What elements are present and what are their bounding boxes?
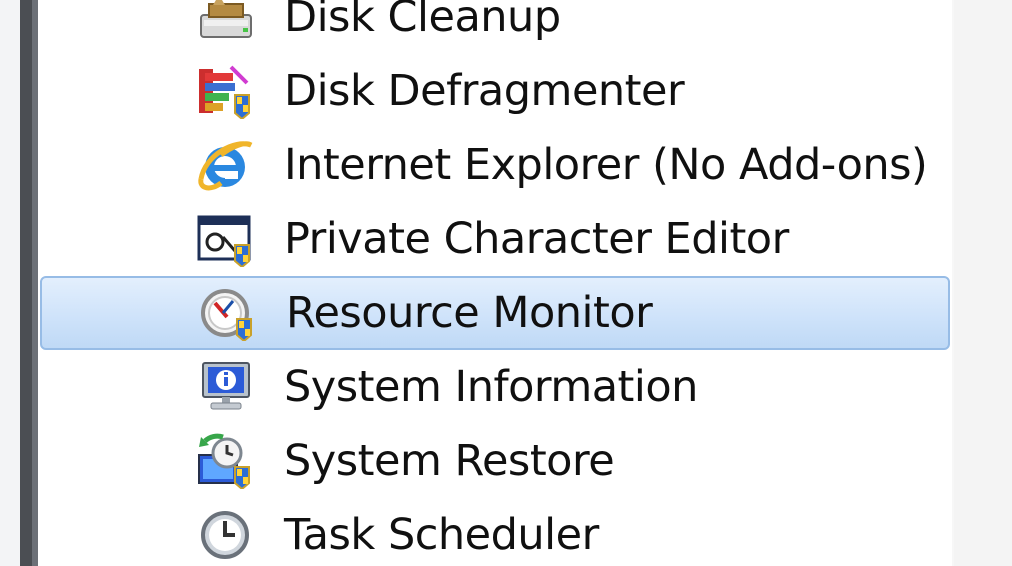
internet-explorer-icon xyxy=(194,136,258,194)
menu-item-label: System Restore xyxy=(284,436,615,486)
disk-defragmenter-icon xyxy=(194,62,258,120)
start-menu-programs-panel: Disk Cleanup Disk Defragmenter Internet … xyxy=(0,0,1012,566)
menu-item-disk-cleanup[interactable]: Disk Cleanup xyxy=(40,0,952,54)
left-divider xyxy=(20,0,38,566)
system-tools-list: Disk Cleanup Disk Defragmenter Internet … xyxy=(40,0,952,566)
menu-item-resource-monitor[interactable]: Resource Monitor xyxy=(40,276,950,350)
menu-item-label: Task Scheduler xyxy=(284,510,599,560)
private-character-editor-icon xyxy=(194,210,258,268)
menu-item-label: System Information xyxy=(284,362,698,412)
menu-item-label: Private Character Editor xyxy=(284,214,789,264)
menu-item-label: Disk Cleanup xyxy=(284,0,561,42)
menu-item-internet-explorer[interactable]: Internet Explorer (No Add-ons) xyxy=(40,128,952,202)
menu-item-label: Resource Monitor xyxy=(286,288,653,338)
menu-item-label: Disk Defragmenter xyxy=(284,66,685,116)
menu-item-system-information[interactable]: System Information xyxy=(40,350,952,424)
menu-item-task-scheduler[interactable]: Task Scheduler xyxy=(40,498,952,566)
menu-item-private-character-editor[interactable]: Private Character Editor xyxy=(40,202,952,276)
menu-item-system-restore[interactable]: System Restore xyxy=(40,424,952,498)
task-scheduler-icon xyxy=(194,506,258,564)
system-information-icon xyxy=(194,358,258,416)
right-panel xyxy=(952,0,1012,566)
disk-cleanup-icon xyxy=(194,0,258,46)
system-restore-icon xyxy=(194,432,258,490)
menu-item-disk-defragmenter[interactable]: Disk Defragmenter xyxy=(40,54,952,128)
menu-item-label: Internet Explorer (No Add-ons) xyxy=(284,140,928,190)
resource-monitor-icon xyxy=(196,284,260,342)
